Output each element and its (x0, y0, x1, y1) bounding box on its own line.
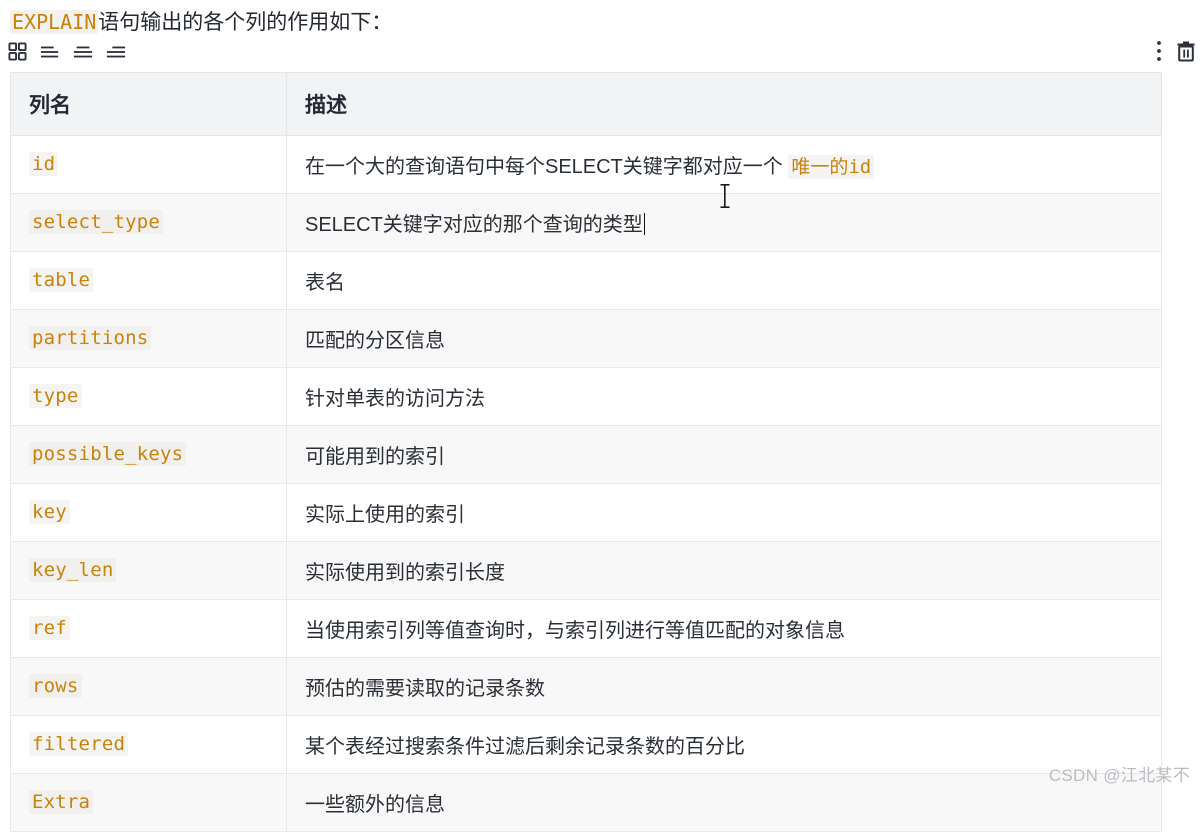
align-left-icon[interactable] (40, 44, 60, 60)
description-text: 预估的需要读取的记录条数 (305, 678, 545, 700)
column-name-code: type (29, 384, 82, 408)
cell-column-name[interactable]: id (10, 135, 287, 194)
table-body: id 在一个大的查询语句中每个SELECT关键字都对应一个 唯一的id select… (10, 135, 1162, 832)
description-text: 可能用到的索引 (305, 446, 445, 468)
table-row[interactable]: select_type SELECT关键字对应的那个查询的类型 (10, 193, 1162, 252)
cell-description[interactable]: 实际使用到的索引长度 (286, 541, 1162, 600)
cell-description[interactable]: 当使用索引列等值查询时，与索引列进行等值匹配的对象信息 (286, 599, 1162, 658)
column-name-code: table (29, 268, 94, 292)
column-name-code: id (29, 152, 59, 176)
table-row[interactable]: key_len 实际使用到的索引长度 (10, 541, 1162, 600)
header-description: 描述 (286, 72, 1162, 136)
column-name-code: ref (29, 616, 70, 640)
cell-column-name[interactable]: rows (10, 657, 287, 716)
description-text: 某个表经过搜索条件过滤后剩余记录条数的百分比 (305, 736, 745, 758)
intro-text: 语句输出的各个列的作用如下： (98, 11, 393, 34)
table-row[interactable]: partitions 匹配的分区信息 (10, 309, 1162, 368)
align-center-icon[interactable] (73, 44, 93, 60)
cell-column-name[interactable]: select_type (10, 193, 287, 252)
cell-description[interactable]: 表名 (286, 251, 1162, 310)
table-row[interactable]: ref 当使用索引列等值查询时，与索引列进行等值匹配的对象信息 (10, 599, 1162, 658)
table-toolbar-left (8, 42, 126, 61)
cell-column-name[interactable]: table (10, 251, 287, 310)
description-text: 实际上使用的索引 (305, 504, 465, 526)
cell-column-name[interactable]: Extra (10, 773, 287, 832)
table-row[interactable]: table 表名 (10, 251, 1162, 310)
column-name-code: key_len (29, 558, 117, 582)
more-vertical-icon[interactable] (1156, 40, 1162, 62)
table-row[interactable]: id 在一个大的查询语句中每个SELECT关键字都对应一个 唯一的id (10, 135, 1162, 194)
cell-description[interactable]: 可能用到的索引 (286, 425, 1162, 484)
description-text: 针对单表的访问方法 (305, 388, 485, 410)
description-text: 当使用索引列等值查询时，与索引列进行等值匹配的对象信息 (305, 620, 845, 642)
cell-column-name[interactable]: filtered (10, 715, 287, 774)
cell-description[interactable]: 某个表经过搜索条件过滤后剩余记录条数的百分比 (286, 715, 1162, 774)
header-col-name: 列名 (10, 72, 287, 136)
cell-description[interactable]: 一些额外的信息 (286, 773, 1162, 832)
column-name-code: Extra (29, 790, 94, 814)
description-text: SELECT关键字对应的那个查询的类型 (305, 214, 643, 236)
cell-column-name[interactable]: type (10, 367, 287, 426)
column-name-code: rows (29, 674, 82, 698)
cell-column-name[interactable]: ref (10, 599, 287, 658)
cell-column-name[interactable]: key_len (10, 541, 287, 600)
column-name-code: possible_keys (29, 442, 187, 466)
cell-column-name[interactable]: partitions (10, 309, 287, 368)
explain-columns-table: 列名 描述 id 在一个大的查询语句中每个SELECT关键字都对应一个 唯一的id… (10, 72, 1162, 832)
description-text: 表名 (305, 272, 345, 294)
align-right-icon[interactable] (106, 44, 126, 60)
description-text: 实际使用到的索引长度 (305, 562, 505, 584)
cell-description[interactable]: 实际上使用的索引 (286, 483, 1162, 542)
cell-description[interactable]: 匹配的分区信息 (286, 309, 1162, 368)
table-header-row: 列名 描述 (10, 72, 1162, 136)
table-row[interactable]: type 针对单表的访问方法 (10, 367, 1162, 426)
cell-column-name[interactable]: possible_keys (10, 425, 287, 484)
description-text: 匹配的分区信息 (305, 330, 445, 352)
trash-icon[interactable] (1176, 41, 1196, 62)
explain-keyword: EXPLAIN (10, 10, 99, 34)
description-code-highlight: 唯一的id (788, 155, 875, 179)
column-name-code: filtered (29, 732, 129, 756)
csdn-watermark: CSDN @江北某不 (1048, 766, 1190, 785)
table-row[interactable]: filtered 某个表经过搜索条件过滤后剩余记录条数的百分比 (10, 715, 1162, 774)
column-name-code: partitions (29, 326, 152, 350)
table-toolbar-right (1156, 40, 1196, 62)
intro-line: EXPLAIN语句输出的各个列的作用如下： (10, 8, 392, 37)
cell-column-name[interactable]: key (10, 483, 287, 542)
description-text: 一些额外的信息 (305, 794, 445, 816)
cell-description[interactable]: 在一个大的查询语句中每个SELECT关键字都对应一个 唯一的id (286, 135, 1162, 194)
column-name-code: key (29, 500, 70, 524)
text-caret (643, 213, 645, 235)
table-row[interactable]: rows 预估的需要读取的记录条数 (10, 657, 1162, 716)
table-row[interactable]: key 实际上使用的索引 (10, 483, 1162, 542)
cell-description[interactable]: SELECT关键字对应的那个查询的类型 (286, 193, 1162, 252)
cell-description[interactable]: 预估的需要读取的记录条数 (286, 657, 1162, 716)
cell-description[interactable]: 针对单表的访问方法 (286, 367, 1162, 426)
table-row[interactable]: Extra 一些额外的信息 (10, 773, 1162, 832)
table-grid-icon[interactable] (8, 42, 27, 61)
description-text: 在一个大的查询语句中每个SELECT关键字都对应一个 (305, 156, 789, 178)
table-row[interactable]: possible_keys 可能用到的索引 (10, 425, 1162, 484)
explain-columns-table-wrapper: 列名 描述 id 在一个大的查询语句中每个SELECT关键字都对应一个 唯一的id… (10, 72, 1162, 832)
column-name-code: select_type (29, 210, 164, 234)
